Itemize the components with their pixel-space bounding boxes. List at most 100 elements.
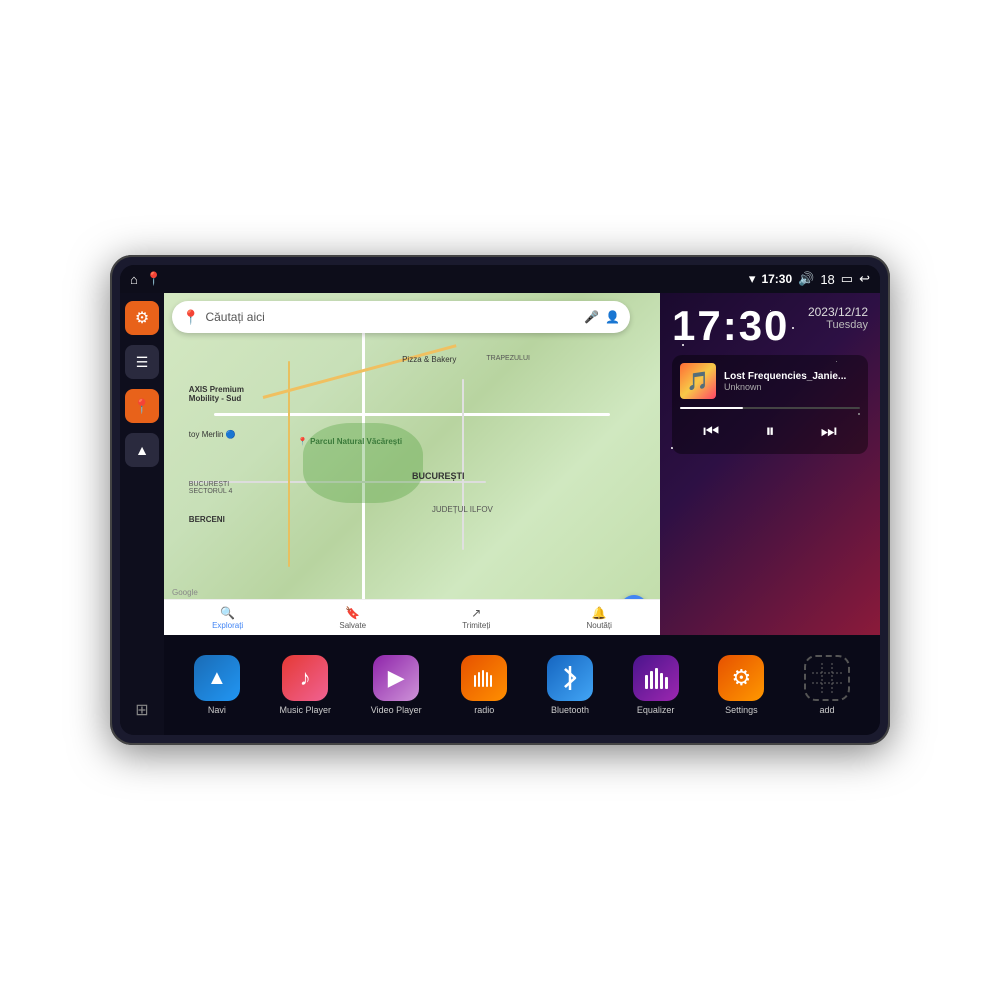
send-icon: ↗ xyxy=(471,606,481,620)
send-label: Trimiteți xyxy=(462,621,490,630)
device-outer: ⌂ 📍 ▾ 17:30 🔊 18 ▭ ↩ ⚙ ☰ xyxy=(110,255,890,745)
arrow-icon: ▲ xyxy=(135,442,149,458)
google-watermark: Google xyxy=(172,588,198,597)
music-info: 🎵 Lost Frequencies_Janie... Unknown xyxy=(680,363,860,399)
music-player-icon: ♪ xyxy=(282,655,328,701)
location-icon[interactable]: 📍 xyxy=(146,271,162,287)
gear-icon: ⚙ xyxy=(731,665,751,691)
prev-button[interactable]: ⏮ xyxy=(695,417,727,446)
google-maps-icon: 📍 xyxy=(182,309,199,326)
top-section: 📍 Căutați aici 🎤 👤 AXIS PremiumMobility … xyxy=(164,293,880,635)
map-label-parc: 📍 Parcul Natural Văcărești xyxy=(298,437,402,446)
battery-icon: ▭ xyxy=(841,271,853,287)
eq-bars-icon xyxy=(643,667,669,689)
add-icon xyxy=(804,655,850,701)
map-label-ilfov: JUDEȚUL ILFOV xyxy=(432,505,493,514)
map-area[interactable]: 📍 Căutați aici 🎤 👤 AXIS PremiumMobility … xyxy=(164,293,660,635)
map-background: 📍 Căutați aici 🎤 👤 AXIS PremiumMobility … xyxy=(164,293,660,635)
user-icon[interactable]: 👤 xyxy=(605,310,620,324)
app-navi[interactable]: ▲ Navi xyxy=(194,655,240,715)
music-artist: Unknown xyxy=(724,382,860,392)
map-nav-send[interactable]: ↗ Trimiteți xyxy=(462,606,490,630)
radio-icon xyxy=(461,655,507,701)
search-placeholder[interactable]: Căutați aici xyxy=(205,310,578,324)
equalizer-label: Equalizer xyxy=(637,705,675,715)
battery-level: 18 xyxy=(820,272,834,287)
radio-wave-icon xyxy=(472,669,496,687)
news-label: Noutăți xyxy=(587,621,612,630)
settings-label: Settings xyxy=(725,705,758,715)
content-area: 📍 Căutați aici 🎤 👤 AXIS PremiumMobility … xyxy=(164,293,880,735)
map-bottom-nav: 🔍 Explorați 🔖 Salvate ↗ Trimiteți xyxy=(164,599,660,635)
play-icon: ▶ xyxy=(388,665,405,691)
explore-label: Explorați xyxy=(212,621,243,630)
bluetooth-icon xyxy=(547,655,593,701)
status-bar: ⌂ 📍 ▾ 17:30 🔊 18 ▭ ↩ xyxy=(120,265,880,293)
map-nav-news[interactable]: 🔔 Noutăți xyxy=(587,606,612,630)
app-grid: ▲ Navi ♪ Music Player ▶ Vid xyxy=(164,635,880,735)
app-video-player[interactable]: ▶ Video Player xyxy=(371,655,422,715)
app-bluetooth[interactable]: Bluetooth xyxy=(547,655,593,715)
clock-date-display: 2023/12/12 Tuesday xyxy=(808,305,868,331)
sidebar-grid-btn[interactable]: ⊞ xyxy=(125,693,159,727)
back-icon[interactable]: ↩ xyxy=(859,271,870,287)
navi-arrow-icon: ▲ xyxy=(207,667,227,690)
map-label-trapez: TRAPEZULUI xyxy=(486,355,530,362)
status-left: ⌂ 📍 xyxy=(130,271,162,287)
music-controls: ⏮ ⏸ ⏭ xyxy=(680,417,860,446)
app-settings[interactable]: ⚙ Settings xyxy=(718,655,764,715)
clock-date-value: 2023/12/12 xyxy=(808,305,868,319)
volume-icon: 🔊 xyxy=(798,271,814,287)
video-player-icon: ▶ xyxy=(373,655,419,701)
clock-day-value: Tuesday xyxy=(808,319,868,331)
sidebar-settings-btn[interactable]: ⚙ xyxy=(125,301,159,335)
add-label: add xyxy=(820,705,835,715)
main-area: ⚙ ☰ 📍 ▲ ⊞ xyxy=(120,293,880,735)
grid-icon: ⊞ xyxy=(135,700,148,720)
app-radio[interactable]: radio xyxy=(461,655,507,715)
map-nav-saved[interactable]: 🔖 Salvate xyxy=(339,606,366,630)
explore-icon: 🔍 xyxy=(220,606,235,620)
saved-icon: 🔖 xyxy=(345,606,360,620)
wifi-icon: ▾ xyxy=(749,271,756,287)
microphone-icon[interactable]: 🎤 xyxy=(584,310,599,324)
settings-icon: ⚙ xyxy=(135,308,149,328)
video-player-label: Video Player xyxy=(371,705,422,715)
app-music-player[interactable]: ♪ Music Player xyxy=(280,655,332,715)
map-label-pizza: Pizza & Bakery xyxy=(402,355,456,364)
radio-label: radio xyxy=(474,705,494,715)
map-pin-icon: 📍 xyxy=(133,398,150,415)
sidebar: ⚙ ☰ 📍 ▲ ⊞ xyxy=(120,293,164,735)
clock-display: 17:30 xyxy=(761,272,792,286)
music-player-label: Music Player xyxy=(280,705,332,715)
map-label-merlin: toy Merlin 🔵 xyxy=(189,430,236,439)
add-grid-icon xyxy=(812,663,842,693)
app-equalizer[interactable]: Equalizer xyxy=(633,655,679,715)
status-right: ▾ 17:30 🔊 18 ▭ ↩ xyxy=(749,271,870,287)
equalizer-icon xyxy=(633,655,679,701)
map-nav-explore[interactable]: 🔍 Explorați xyxy=(212,606,243,630)
bluetooth-symbol-icon xyxy=(560,664,580,692)
settings-app-icon: ⚙ xyxy=(718,655,764,701)
home-icon[interactable]: ⌂ xyxy=(130,272,138,287)
news-icon: 🔔 xyxy=(592,606,607,620)
sidebar-map-btn[interactable]: 📍 xyxy=(125,389,159,423)
navi-icon: ▲ xyxy=(194,655,240,701)
sidebar-navi-btn[interactable]: ▲ xyxy=(125,433,159,467)
map-search-bar[interactable]: 📍 Căutați aici 🎤 👤 xyxy=(172,301,630,333)
clock-time-display: 17:30 xyxy=(672,305,789,347)
sidebar-menu-btn[interactable]: ☰ xyxy=(125,345,159,379)
bluetooth-label: Bluetooth xyxy=(551,705,589,715)
clock-header: 17:30 2023/12/12 Tuesday xyxy=(672,305,868,347)
map-label-buc: BUCUREȘTI xyxy=(412,471,465,481)
pause-button[interactable]: ⏸ xyxy=(757,417,782,446)
music-thumbnail: 🎵 xyxy=(680,363,716,399)
app-add[interactable]: add xyxy=(804,655,850,715)
music-progress-bar[interactable] xyxy=(680,407,860,409)
music-progress-fill xyxy=(680,407,743,409)
next-button[interactable]: ⏭ xyxy=(813,417,845,446)
menu-icon: ☰ xyxy=(136,354,149,371)
map-label-berceni: BERCENI xyxy=(189,515,225,524)
music-player: 🎵 Lost Frequencies_Janie... Unknown xyxy=(672,355,868,454)
device-screen: ⌂ 📍 ▾ 17:30 🔊 18 ▭ ↩ ⚙ ☰ xyxy=(120,265,880,735)
